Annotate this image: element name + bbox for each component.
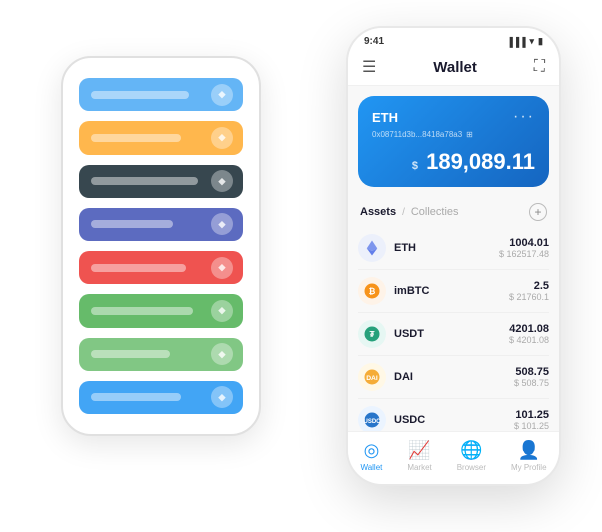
expand-icon[interactable]: ⛶ xyxy=(534,58,545,76)
profile-nav-icon: 👤 xyxy=(518,440,540,461)
svg-text:DAI: DAI xyxy=(366,375,378,382)
usdc-icon: USDC xyxy=(358,406,386,431)
usdt-symbol: USDT xyxy=(394,328,509,340)
imbtc-values: 2.5 $ 21760.1 xyxy=(509,280,549,302)
scene: ◆ ◆ ◆ ◆ ◆ ◆ ◆ ◆ 9:41 ▐▐▐ ▾ ▮ ☰ Wallet ⛶ ETH ··· xyxy=(21,16,581,516)
usdc-usd: $ 101.25 xyxy=(514,421,549,431)
svg-text:USDC: USDC xyxy=(363,419,381,425)
eth-values: 1004.01 $ 162517.48 xyxy=(499,237,549,259)
asset-item-usdc[interactable]: USDC USDC 101.25 $ 101.25 xyxy=(358,399,549,431)
usdc-values: 101.25 $ 101.25 xyxy=(514,409,549,431)
imbtc-icon: ₿ xyxy=(358,277,386,305)
back-phone: ◆ ◆ ◆ ◆ ◆ ◆ ◆ ◆ xyxy=(61,56,261,436)
usdt-usd: $ 4201.08 xyxy=(509,335,549,345)
wifi-icon: ▾ xyxy=(530,36,535,47)
eth-card-menu[interactable]: ··· xyxy=(513,108,535,126)
asset-item-eth[interactable]: ETH 1004.01 $ 162517.48 xyxy=(358,227,549,270)
asset-list: ETH 1004.01 $ 162517.48 ₿ imBTC xyxy=(348,227,559,431)
imbtc-amount: 2.5 xyxy=(509,280,549,292)
imbtc-symbol: imBTC xyxy=(394,285,509,297)
nav-wallet[interactable]: ◎ Wallet xyxy=(360,440,382,472)
usdt-values: 4201.08 $ 4201.08 xyxy=(509,323,549,345)
eth-address: 0x08711d3b...8418a78a3 ⊞ xyxy=(372,130,535,139)
assets-tabs: Assets / Collecties xyxy=(360,206,459,218)
svg-text:₮: ₮ xyxy=(369,330,374,339)
eth-icon xyxy=(358,234,386,262)
usdt-icon: ₮ xyxy=(358,320,386,348)
nav-profile[interactable]: 👤 My Profile xyxy=(511,440,547,472)
eth-amount-val: 1004.01 xyxy=(499,237,549,249)
eth-card[interactable]: ETH ··· 0x08711d3b...8418a78a3 ⊞ $ 189,0… xyxy=(358,96,549,187)
front-phone: 9:41 ▐▐▐ ▾ ▮ ☰ Wallet ⛶ ETH ··· 0x08711d xyxy=(346,26,561,486)
eth-amount-value: 189,089.11 xyxy=(426,149,535,174)
asset-item-imbtc[interactable]: ₿ imBTC 2.5 $ 21760.1 xyxy=(358,270,549,313)
nav-browser[interactable]: 🌐 Browser xyxy=(457,440,486,472)
status-icons: ▐▐▐ ▾ ▮ xyxy=(506,36,543,47)
market-nav-icon: 📈 xyxy=(408,440,430,461)
card-row: ◆ xyxy=(79,251,243,284)
imbtc-usd: $ 21760.1 xyxy=(509,292,549,302)
card-row: ◆ xyxy=(79,294,243,327)
nav-bar: ☰ Wallet ⛶ xyxy=(348,51,559,86)
card-row: ◆ xyxy=(79,121,243,154)
time: 9:41 xyxy=(364,36,384,47)
eth-address-icon: ⊞ xyxy=(466,130,473,139)
dai-amount: 508.75 xyxy=(514,366,549,378)
wallet-title: Wallet xyxy=(433,59,477,76)
status-bar: 9:41 ▐▐▐ ▾ ▮ xyxy=(348,28,559,51)
battery-icon: ▮ xyxy=(538,36,543,47)
nav-market[interactable]: 📈 Market xyxy=(407,440,431,472)
asset-item-usdt[interactable]: ₮ USDT 4201.08 $ 4201.08 xyxy=(358,313,549,356)
eth-address-text: 0x08711d3b...8418a78a3 xyxy=(372,130,462,139)
signal-icon: ▐▐▐ xyxy=(506,37,525,47)
svg-text:₿: ₿ xyxy=(369,286,376,296)
usdc-amount: 101.25 xyxy=(514,409,549,421)
phone-content: ETH ··· 0x08711d3b...8418a78a3 ⊞ $ 189,0… xyxy=(348,86,559,431)
wallet-nav-icon: ◎ xyxy=(364,440,380,461)
card-row: ◆ xyxy=(79,381,243,414)
profile-nav-label: My Profile xyxy=(511,463,547,472)
tab-assets[interactable]: Assets xyxy=(360,206,396,218)
assets-header: Assets / Collecties + xyxy=(348,195,559,227)
menu-icon[interactable]: ☰ xyxy=(362,57,376,77)
dai-icon: DAI xyxy=(358,363,386,391)
card-row: ◆ xyxy=(79,338,243,371)
dai-usd: $ 508.75 xyxy=(514,378,549,388)
eth-usd: $ 162517.48 xyxy=(499,249,549,259)
browser-nav-icon: 🌐 xyxy=(460,440,482,461)
eth-card-label: ETH xyxy=(372,110,398,125)
usdc-symbol: USDC xyxy=(394,414,514,426)
card-row: ◆ xyxy=(79,208,243,241)
usdt-amount: 4201.08 xyxy=(509,323,549,335)
eth-card-top: ETH ··· xyxy=(372,108,535,126)
add-asset-button[interactable]: + xyxy=(529,203,547,221)
eth-amount: $ 189,089.11 xyxy=(372,149,535,175)
wallet-nav-label: Wallet xyxy=(360,463,382,472)
currency-symbol: $ xyxy=(412,160,418,172)
card-row: ◆ xyxy=(79,78,243,111)
dai-values: 508.75 $ 508.75 xyxy=(514,366,549,388)
asset-item-dai[interactable]: DAI DAI 508.75 $ 508.75 xyxy=(358,356,549,399)
card-row: ◆ xyxy=(79,165,243,198)
market-nav-label: Market xyxy=(407,463,431,472)
tab-separator: / xyxy=(402,207,405,218)
eth-symbol: ETH xyxy=(394,242,499,254)
browser-nav-label: Browser xyxy=(457,463,486,472)
dai-symbol: DAI xyxy=(394,371,514,383)
tab-collecties[interactable]: Collecties xyxy=(411,206,459,218)
bottom-nav: ◎ Wallet 📈 Market 🌐 Browser 👤 My Profile xyxy=(348,431,559,484)
